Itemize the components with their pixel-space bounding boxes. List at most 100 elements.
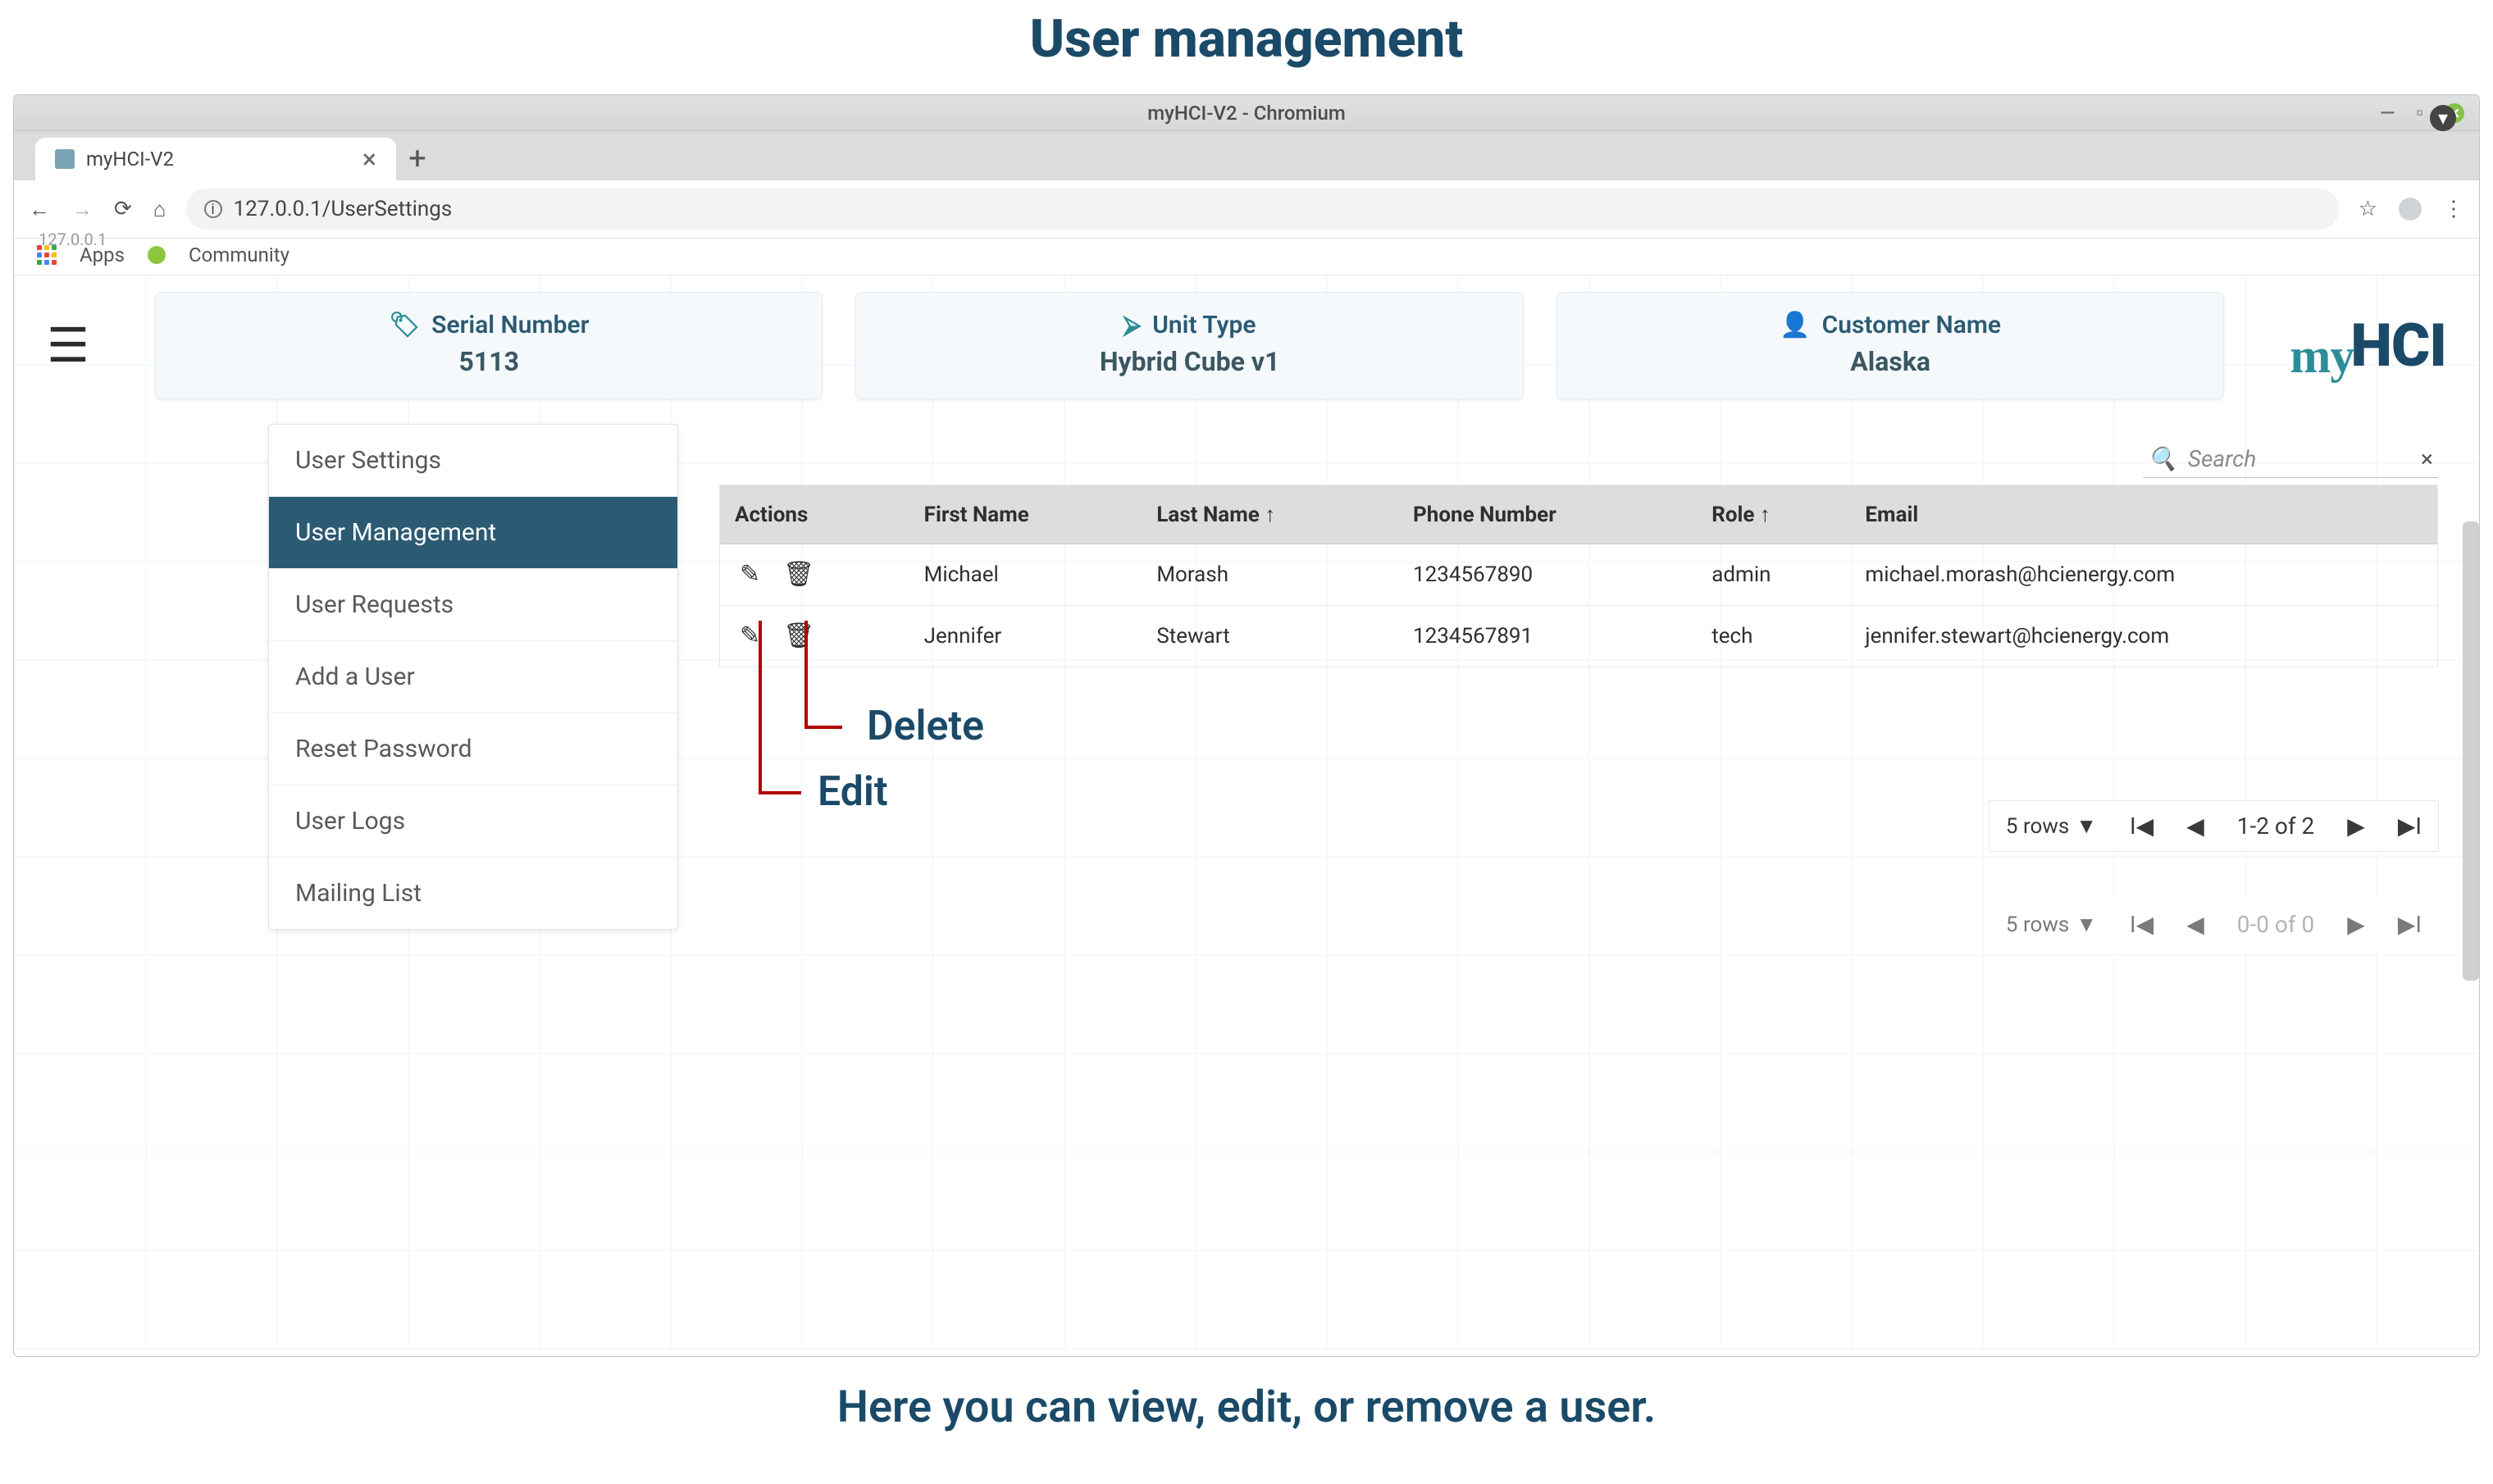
nav-home-icon[interactable]: ⌂ [153, 197, 166, 222]
cell-last: Stewart [1142, 606, 1398, 667]
nav-reload-icon[interactable]: ⟳ [114, 197, 132, 222]
sidebar-item-add-user[interactable]: Add a User [269, 641, 677, 713]
hamburger-menu-icon[interactable]: ☰ [47, 322, 89, 370]
sidebar-item-mailing-list[interactable]: Mailing List [269, 858, 677, 929]
window-titlebar: myHCI-V2 - Chromium — ▫ × [14, 95, 2479, 131]
site-info-icon[interactable]: i [204, 200, 222, 218]
window-title: myHCI-V2 - Chromium [1147, 102, 1346, 125]
annotation-delete-label: Delete [867, 703, 984, 750]
infocard-value: Alaska [1574, 346, 2207, 377]
rows-label: 5 rows [2006, 913, 2069, 937]
brand-main: HCI [2350, 311, 2446, 380]
rows-per-page[interactable]: 5 rows ▼ [2006, 813, 2097, 839]
search-placeholder: Search [2188, 445, 2256, 472]
col-first-name[interactable]: First Name [909, 485, 1142, 544]
brand-logo: my HCI [2257, 311, 2446, 380]
table-pager-inner: 5 rows ▼ I◀ ◀ 1-2 of 2 ▶ ▶I [1989, 801, 2438, 851]
infocard-label: Customer Name [1822, 311, 2001, 339]
page-range: 0-0 of 0 [2237, 911, 2315, 938]
annotation-lines [736, 621, 1064, 883]
cell-role: admin [1697, 544, 1850, 606]
brand-prefix: my [2290, 328, 2354, 385]
table-header-row: Actions First Name Last Name ↑ Phone Num… [720, 485, 2438, 544]
chevron-down-icon: ▼ [2076, 813, 2097, 839]
col-last-name[interactable]: Last Name ↑ [1142, 485, 1398, 544]
new-tab-button[interactable]: + [396, 138, 439, 180]
settings-sidebar: User Settings User Management User Reque… [268, 424, 678, 930]
overlay-ip-text: 127.0.0.1 [39, 230, 107, 249]
tab-close-icon[interactable]: × [362, 146, 376, 172]
cell-role: tech [1697, 606, 1850, 667]
table-pager-outer: 5 rows ▼ I◀ ◀ 0-0 of 0 ▶ ▶I [1989, 899, 2438, 949]
infocard-label: Serial Number [431, 311, 589, 339]
cell-phone: 1234567891 [1398, 606, 1697, 667]
infocard-value: 5113 [172, 346, 805, 377]
next-page-icon[interactable]: ▶ [2347, 911, 2365, 938]
cell-email: jennifer.stewart@hcienergy.com [1850, 606, 2437, 667]
infocard-serial: 🏷 Serial Number 5113 [155, 292, 823, 399]
url-text: 127.0.0.1/UserSettings [234, 197, 453, 221]
sidebar-item-reset-password[interactable]: Reset Password [269, 713, 677, 785]
infocard-value: Hybrid Cube v1 [873, 346, 1506, 377]
rows-per-page[interactable]: 5 rows ▼ [2006, 912, 2097, 937]
cell-phone: 1234567890 [1398, 544, 1697, 606]
double-arrow-icon: ⮚ [1123, 311, 1141, 339]
bookmark-star-icon[interactable]: ☆ [2359, 197, 2377, 221]
bookmarks-bar: 127.0.0.1 Apps Community [14, 239, 2479, 275]
rows-label: 5 rows [2006, 814, 2069, 839]
infocard-label: Unit Type [1152, 311, 1256, 339]
table-row: ✎ 🗑 Michael Morash 1234567890 admin mich… [720, 544, 2438, 606]
infocard-customer: 👤 Customer Name Alaska [1556, 292, 2224, 399]
nav-forward-icon[interactable]: → [71, 197, 93, 222]
prev-page-icon[interactable]: ◀ [2186, 813, 2204, 840]
window-maximize-icon[interactable]: ▫ [2416, 101, 2423, 125]
community-bookmark-icon[interactable] [148, 246, 166, 264]
app-topbar: ☰ 🏷 Serial Number 5113 ⮚ Unit Type Hybri… [14, 275, 2479, 416]
address-bar: ← → ⟳ ⌂ i 127.0.0.1/UserSettings ☆ ⋮ [14, 180, 2479, 239]
chevron-down-icon: ▼ [2076, 912, 2097, 937]
search-field[interactable]: 🔍 Search × [2143, 440, 2438, 478]
sidebar-item-user-management[interactable]: User Management [269, 497, 677, 569]
footer-description: Here you can view, edit, or remove a use… [0, 1382, 2493, 1433]
tab-favicon [55, 149, 75, 169]
menu-kebab-icon[interactable]: ⋮ [2443, 197, 2464, 221]
next-page-icon[interactable]: ▶ [2347, 813, 2365, 840]
last-page-icon[interactable]: ▶I [2398, 911, 2422, 938]
tab-title: myHCI-V2 [86, 148, 174, 171]
infocard-unit-type: ⮚ Unit Type Hybrid Cube v1 [855, 292, 1523, 399]
annotation-edit-label: Edit [818, 768, 888, 816]
delete-icon[interactable]: 🗑 [783, 562, 814, 587]
users-panel: 🔍 Search × Actions First Name Last Name … [719, 440, 2438, 1195]
sidebar-item-user-requests[interactable]: User Requests [269, 569, 677, 641]
bookmarks-community-label[interactable]: Community [189, 244, 289, 266]
col-actions: Actions [720, 485, 909, 544]
page-range: 1-2 of 2 [2237, 813, 2315, 840]
cell-first: Michael [909, 544, 1142, 606]
browser-window: myHCI-V2 - Chromium — ▫ × myHCI-V2 × + ▾… [13, 94, 2480, 1357]
edit-icon[interactable]: ✎ [740, 562, 760, 587]
tab-strip: myHCI-V2 × + ▾ [14, 131, 2479, 180]
cell-email: michael.morash@hcienergy.com [1850, 544, 2437, 606]
clear-search-icon[interactable]: × [2421, 445, 2433, 472]
browser-tab[interactable]: myHCI-V2 × [35, 138, 396, 180]
col-phone[interactable]: Phone Number [1398, 485, 1697, 544]
cell-last: Morash [1142, 544, 1398, 606]
first-page-icon[interactable]: I◀ [2130, 911, 2153, 938]
window-minimize-icon[interactable]: — [2380, 102, 2395, 125]
col-email[interactable]: Email [1850, 485, 2437, 544]
prev-page-icon[interactable]: ◀ [2186, 911, 2204, 938]
person-icon: 👤 [1780, 311, 1810, 339]
first-page-icon[interactable]: I◀ [2130, 813, 2153, 840]
search-icon: 🔍 [2148, 445, 2176, 472]
tab-overflow-button[interactable]: ▾ [2430, 105, 2456, 131]
tag-icon: 🏷 [389, 311, 420, 339]
profile-avatar-icon[interactable] [2399, 198, 2422, 221]
col-role[interactable]: Role ↑ [1697, 485, 1850, 544]
page-heading: User management [0, 0, 2493, 94]
sidebar-item-user-logs[interactable]: User Logs [269, 785, 677, 858]
sidebar-item-user-settings[interactable]: User Settings [269, 425, 677, 497]
last-page-icon[interactable]: ▶I [2398, 813, 2422, 840]
url-field[interactable]: i 127.0.0.1/UserSettings [186, 189, 2339, 230]
app-body: User Settings User Management User Reque… [14, 416, 2479, 1219]
nav-back-icon[interactable]: ← [29, 197, 50, 222]
